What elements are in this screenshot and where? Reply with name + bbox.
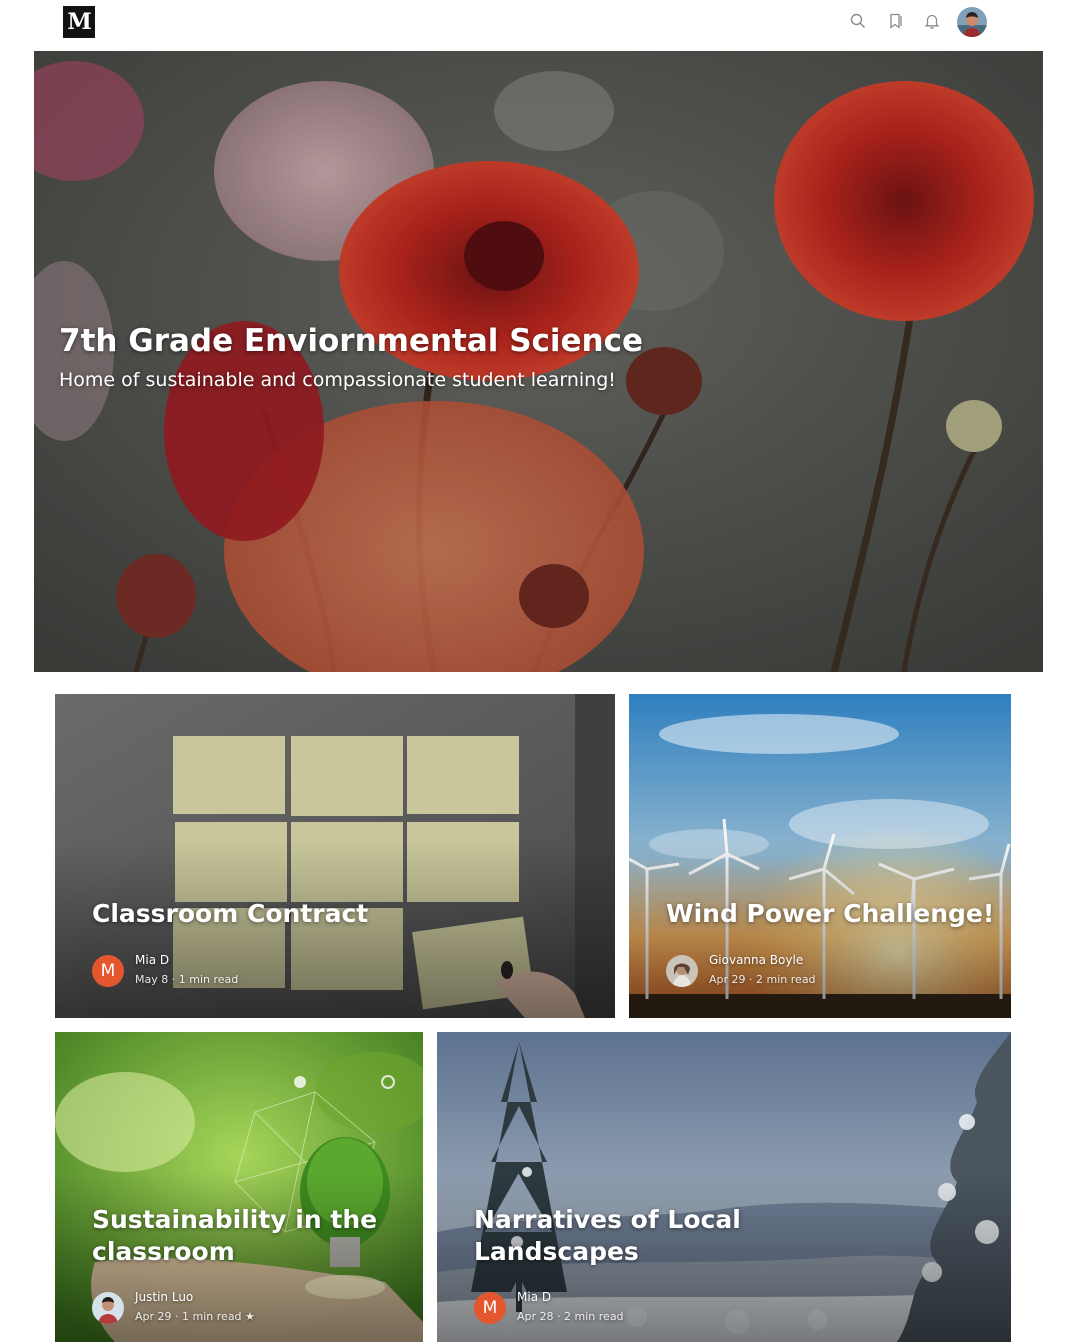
search-icon[interactable] bbox=[849, 12, 867, 30]
author-avatar[interactable] bbox=[666, 955, 698, 987]
author-name[interactable]: Justin Luo bbox=[135, 1290, 193, 1304]
author-name[interactable]: Mia D bbox=[517, 1290, 551, 1304]
post-date: Apr 29 · 1 min read ★ bbox=[135, 1310, 255, 1323]
bookmark-icon[interactable] bbox=[887, 12, 905, 30]
post-card-sustainability[interactable]: Sustainability in the classroom Justin L… bbox=[55, 1032, 423, 1342]
post-card-classroom-contract[interactable]: Classroom Contract M Mia D May 8 · 1 min… bbox=[55, 694, 615, 1018]
user-avatar[interactable] bbox=[957, 7, 987, 37]
hero-image bbox=[34, 51, 1043, 672]
post-title[interactable]: Narratives of Local Landscapes bbox=[474, 1204, 774, 1268]
author-avatar[interactable]: M bbox=[92, 955, 124, 987]
post-card-wind-power[interactable]: Wind Power Challenge! Giovanna Boyle Apr… bbox=[629, 694, 1011, 1018]
post-date: Apr 29 · 2 min read bbox=[709, 973, 816, 986]
post-date: May 8 · 1 min read bbox=[135, 973, 239, 986]
author-name[interactable]: Giovanna Boyle bbox=[709, 953, 803, 967]
hero-subtitle: Home of sustainable and compassionate st… bbox=[59, 369, 616, 391]
bell-icon[interactable] bbox=[923, 12, 941, 30]
author-avatar[interactable] bbox=[92, 1292, 124, 1324]
post-title[interactable]: Sustainability in the classroom bbox=[92, 1204, 392, 1268]
star-icon: ★ bbox=[245, 1310, 255, 1323]
medium-logo[interactable]: M bbox=[63, 6, 95, 38]
post-card-narratives[interactable]: Narratives of Local Landscapes M Mia D A… bbox=[437, 1032, 1011, 1342]
post-title[interactable]: Classroom Contract bbox=[92, 898, 368, 930]
hero-banner[interactable]: 7th Grade Enviornmental Science Home of … bbox=[34, 51, 1043, 672]
top-bar: M bbox=[0, 0, 1066, 50]
post-date: Apr 28 · 2 min read bbox=[517, 1310, 624, 1323]
post-title[interactable]: Wind Power Challenge! bbox=[666, 898, 994, 930]
author-name[interactable]: Mia D bbox=[135, 953, 169, 967]
hero-title: 7th Grade Enviornmental Science bbox=[59, 323, 644, 359]
author-avatar[interactable]: M bbox=[474, 1292, 506, 1324]
